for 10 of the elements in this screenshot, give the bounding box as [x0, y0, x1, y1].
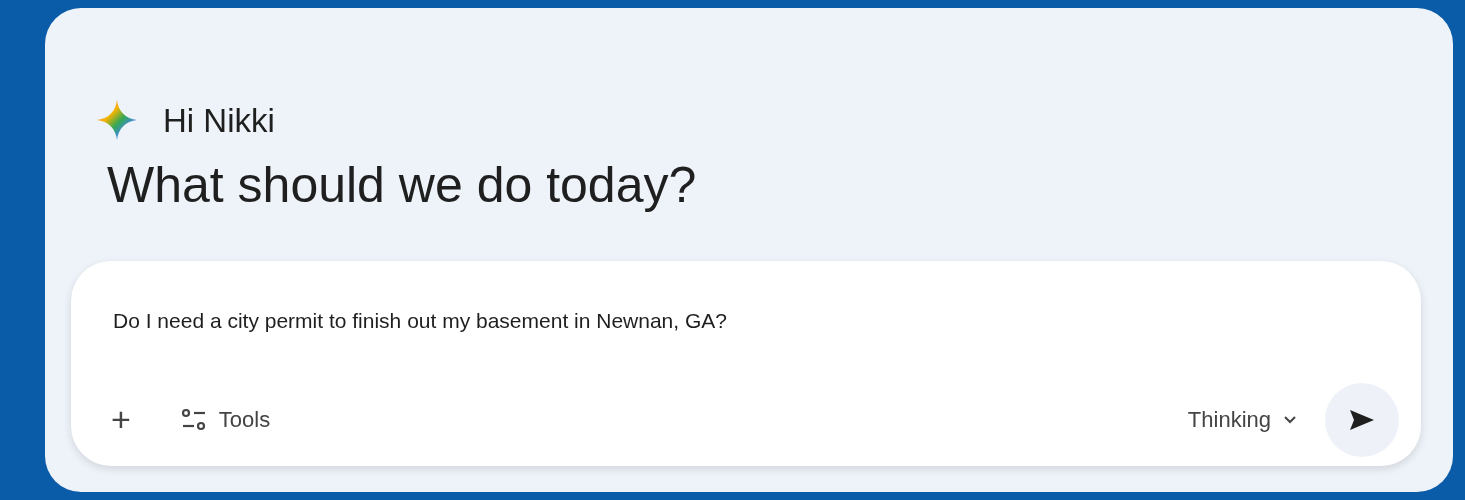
heading: What should we do today?	[107, 158, 698, 213]
greeting: Hi Nikki	[163, 103, 275, 137]
chevron-icon	[1283, 415, 1297, 424]
sparkle-icon	[97, 100, 137, 140]
send-icon	[1348, 407, 1376, 432]
add-button[interactable]: +	[107, 390, 135, 449]
prompt-field[interactable]: Do I need a city permit to finish out my basement in Newnan, GA?	[113, 305, 1399, 337]
tools-button[interactable]: Tools	[176, 399, 275, 440]
sliders-icon	[180, 407, 207, 432]
model-dropdown[interactable]: Thinking	[1183, 399, 1301, 440]
